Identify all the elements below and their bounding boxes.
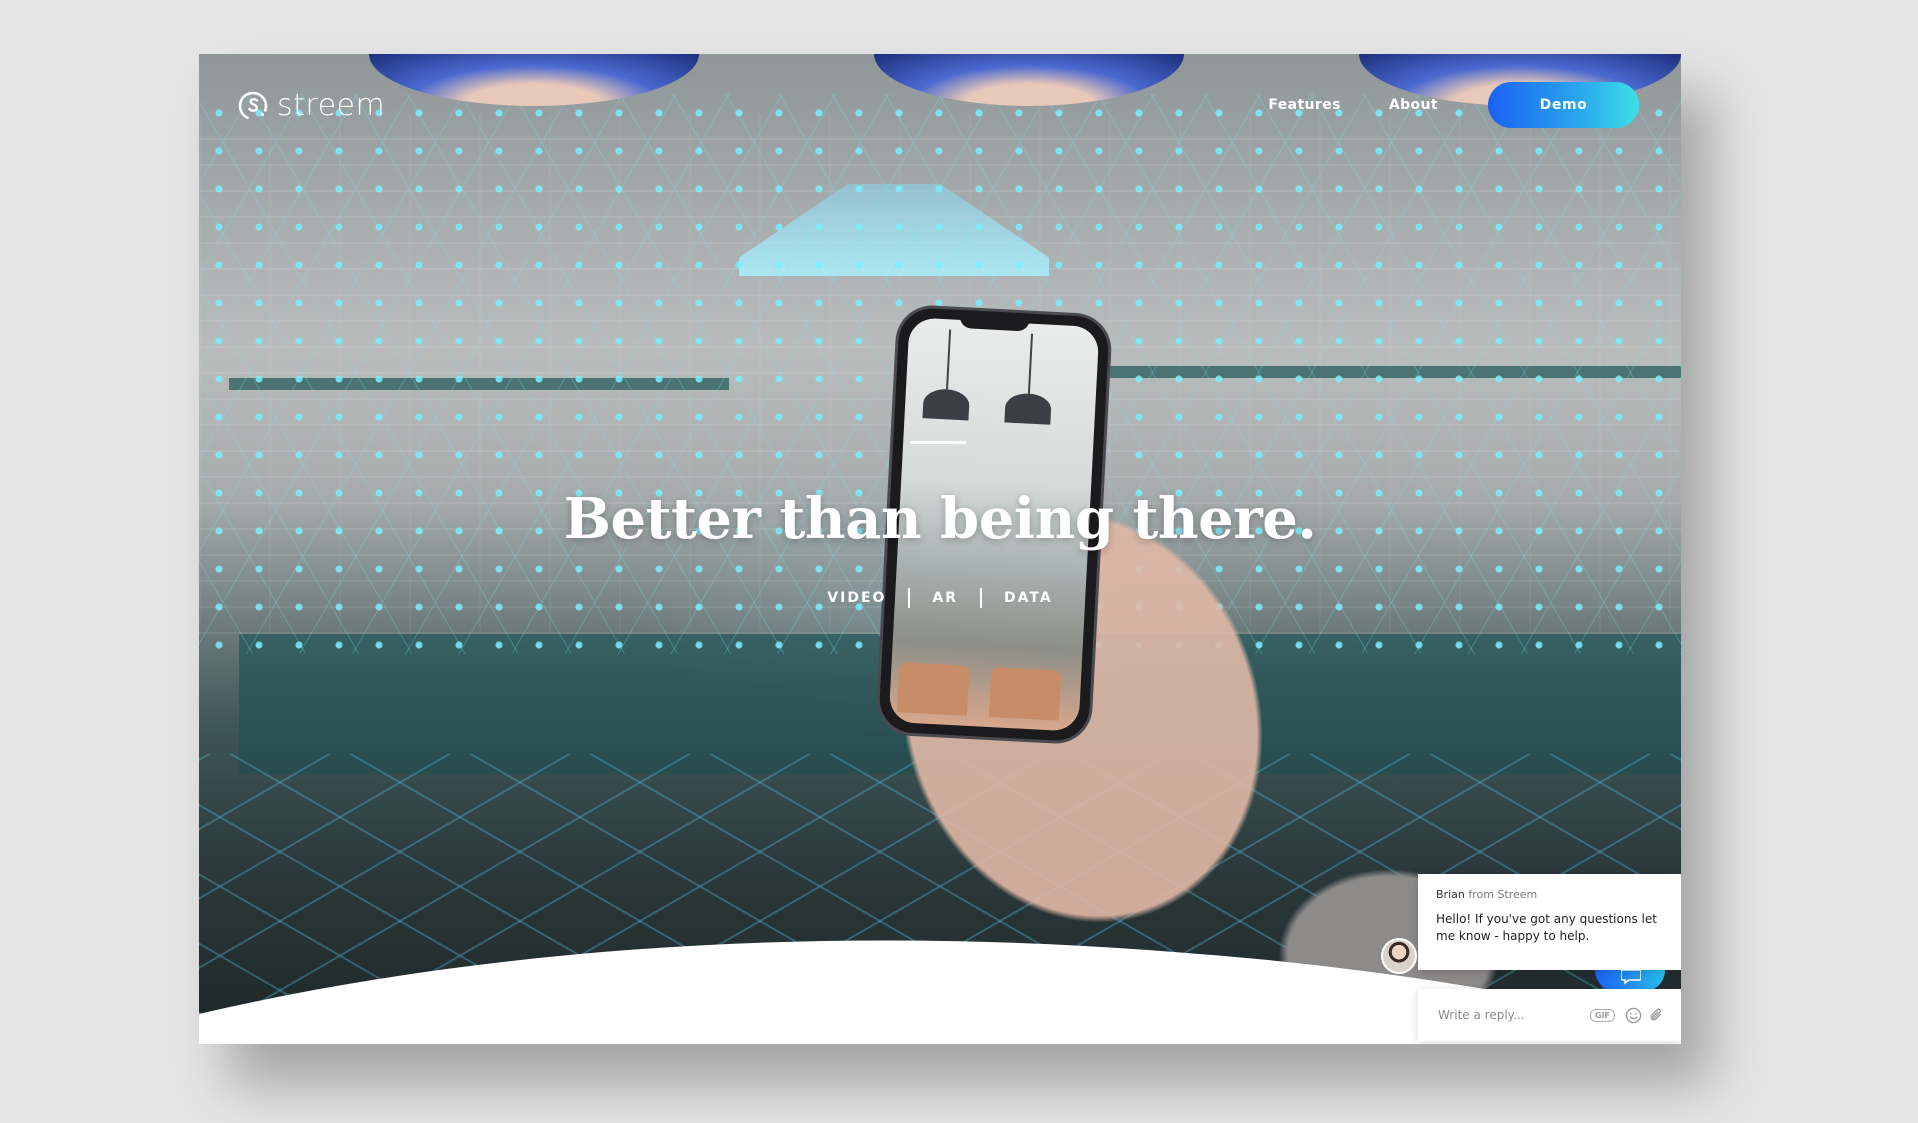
phone-chair [988,667,1062,721]
phone-pendant-lamp [1004,392,1052,425]
phone-notch [959,309,1031,332]
chat-sender-name: Brian [1436,888,1465,901]
streem-logo[interactable]: streem [237,88,385,123]
gif-icon[interactable]: GIF [1590,1008,1616,1022]
chat-sender-org: from Streem [1468,888,1538,901]
demo-button[interactable]: Demo [1488,82,1639,128]
chat-reply-bar: GIF [1418,989,1681,1041]
chat-message-bubble[interactable]: Brian from Streem Hello! If you've got a… [1418,874,1681,970]
emoji-icon[interactable] [1623,1005,1643,1025]
phone-pendant-lamp [922,388,970,421]
avatar [1381,938,1417,974]
hero-tag-ar: AR [932,590,959,606]
logo-wordmark: streem [277,88,386,123]
hero-tag-video: VIDEO [827,590,887,606]
chat-sender: Brian from Streem [1436,888,1663,901]
hero-title: Better than being there. [563,486,1317,552]
hero-tag-data: DATA [1004,590,1053,606]
phone-chair [897,662,970,716]
hero-tags: VIDEO AR DATA [199,588,1681,608]
chat-message-text: Hello! If you've got any questions let m… [1436,912,1657,943]
nav-about-link[interactable]: About [1389,97,1438,113]
nav-features-link[interactable]: Features [1268,97,1341,113]
top-nav: Features About Demo [1268,82,1639,128]
chat-bubble-icon [1621,970,1641,985]
paperclip-icon[interactable] [1647,1005,1667,1025]
chat-reply-input[interactable] [1436,1007,1590,1023]
streem-logo-icon [238,91,268,120]
browser-viewport: streem Features About Demo Better than b… [199,54,1681,1044]
hero-divider-line [910,441,966,444]
